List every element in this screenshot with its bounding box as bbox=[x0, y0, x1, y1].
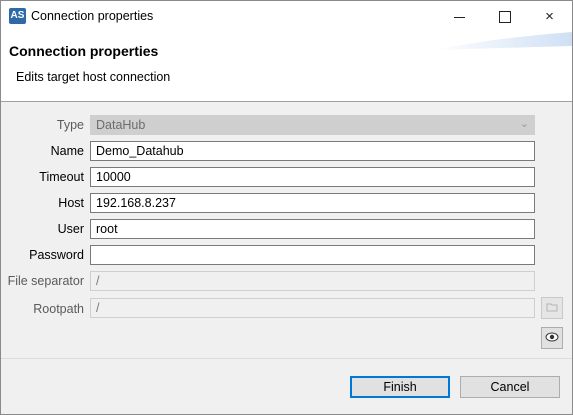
minimize-icon bbox=[454, 16, 465, 18]
rootpath-input: / bbox=[90, 298, 535, 318]
host-input[interactable]: 192.168.8.237 bbox=[90, 193, 535, 213]
file-separator-label: File separator bbox=[7, 274, 84, 288]
show-password-button[interactable] bbox=[541, 327, 563, 349]
password-label: Password bbox=[29, 248, 84, 262]
file-separator-input: / bbox=[90, 271, 535, 291]
chevron-down-icon: ⌄ bbox=[519, 118, 529, 130]
dialog-header: Connection properties Edits target host … bbox=[1, 32, 572, 101]
minimize-button[interactable] bbox=[437, 1, 482, 32]
folder-icon bbox=[546, 303, 558, 312]
header-title: Connection properties bbox=[9, 43, 159, 59]
cancel-button[interactable]: Cancel bbox=[460, 376, 560, 398]
timeout-label: Timeout bbox=[39, 170, 84, 184]
user-label: User bbox=[57, 222, 84, 236]
app-icon: AS bbox=[9, 8, 26, 24]
close-button[interactable]: × bbox=[527, 1, 572, 32]
type-select: DataHub ⌄ bbox=[90, 115, 535, 135]
finish-button[interactable]: Finish bbox=[350, 376, 450, 398]
maximize-button[interactable] bbox=[482, 1, 527, 32]
user-input[interactable]: root bbox=[90, 219, 535, 239]
name-label: Name bbox=[50, 144, 84, 158]
password-input[interactable] bbox=[90, 245, 535, 265]
header-divider bbox=[1, 101, 572, 102]
type-label: Type bbox=[56, 118, 84, 132]
type-select-value: DataHub bbox=[96, 118, 146, 132]
eye-icon bbox=[545, 332, 559, 342]
dialog-window: AS Connection properties × Connection pr… bbox=[0, 0, 573, 415]
footer-divider bbox=[1, 358, 572, 359]
host-label: Host bbox=[58, 196, 84, 210]
maximize-icon bbox=[498, 11, 511, 24]
rootpath-label: Rootpath bbox=[33, 302, 84, 316]
cancel-label: Cancel bbox=[490, 380, 530, 394]
header-description: Edits target host connection bbox=[16, 70, 171, 84]
window-title: Connection properties bbox=[31, 9, 154, 23]
header-decoration bbox=[432, 32, 572, 50]
close-icon: × bbox=[545, 8, 554, 25]
finish-label: Finish bbox=[383, 380, 417, 394]
name-input[interactable]: Demo_Datahub bbox=[90, 141, 535, 161]
title-bar: AS Connection properties × bbox=[1, 1, 572, 32]
browse-rootpath-button bbox=[541, 297, 563, 319]
timeout-input[interactable]: 10000 bbox=[90, 167, 535, 187]
